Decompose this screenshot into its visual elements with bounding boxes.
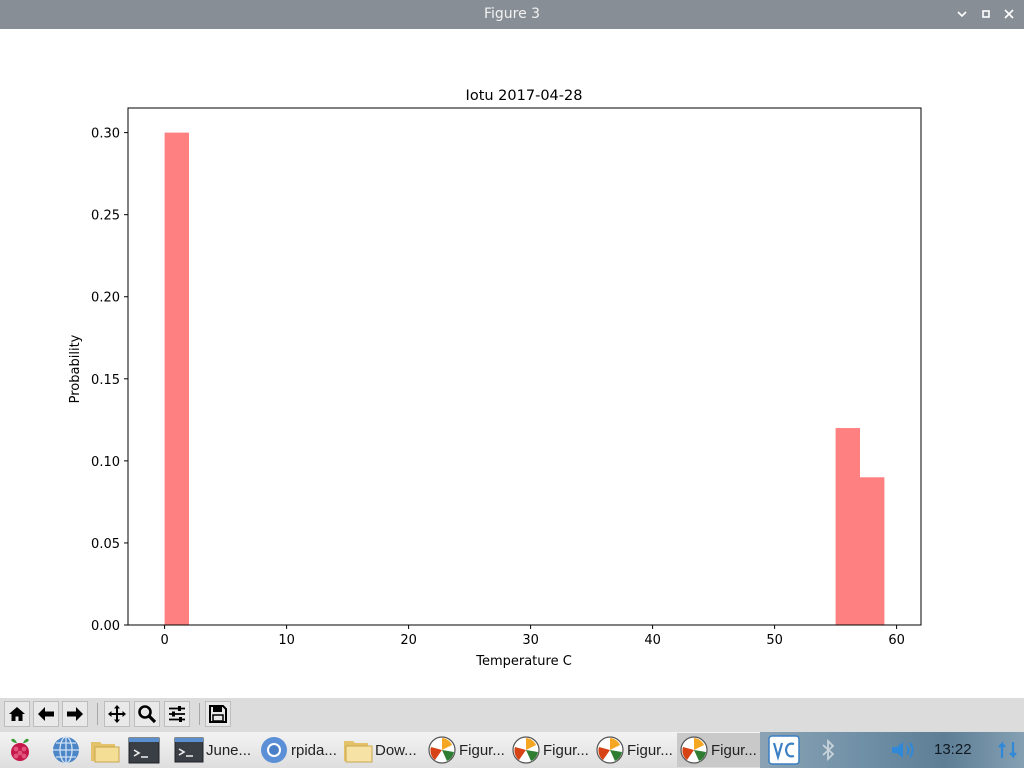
terminal-icon bbox=[174, 737, 204, 763]
x-tick-label: 60 bbox=[888, 633, 905, 648]
matplotlib-icon bbox=[428, 736, 456, 764]
taskbar-item[interactable]: Figur... bbox=[593, 733, 677, 767]
figure-canvas[interactable]: Iotu 2017-04-28 Temperature C Probabilit… bbox=[0, 29, 1024, 698]
back-button[interactable] bbox=[33, 701, 59, 727]
taskbar-item[interactable]: June... bbox=[172, 733, 256, 767]
save-button[interactable] bbox=[205, 701, 231, 727]
chromium-icon bbox=[261, 737, 287, 763]
histogram-bar-0 bbox=[164, 132, 189, 625]
bluetooth-icon[interactable] bbox=[818, 738, 838, 762]
taskbar-item-label: June... bbox=[206, 742, 252, 759]
y-tick-label: 0.00 bbox=[91, 619, 120, 634]
sliders-icon bbox=[169, 706, 185, 722]
magnifier-icon bbox=[138, 705, 157, 724]
taskbar: June... rpida... Dow... Figur... Figur..… bbox=[0, 732, 1024, 768]
volume-icon[interactable] bbox=[890, 738, 920, 762]
x-axis-label: Temperature C bbox=[475, 654, 572, 669]
chart-title: Iotu 2017-04-28 bbox=[466, 88, 583, 104]
matplotlib-icon bbox=[680, 736, 708, 764]
vnc-icon[interactable] bbox=[768, 735, 800, 765]
folder-icon bbox=[344, 741, 373, 763]
floppy-disk-icon bbox=[209, 705, 227, 723]
close-icon[interactable] bbox=[999, 4, 1019, 24]
window-titlebar[interactable]: Figure 3 bbox=[0, 0, 1024, 29]
raspberry-menu-icon[interactable] bbox=[4, 734, 36, 766]
histogram-bar-1 bbox=[835, 428, 860, 625]
system-tray bbox=[760, 732, 1024, 768]
taskbar-item-label: Dow... bbox=[375, 742, 417, 759]
taskbar-item[interactable]: Figur... bbox=[509, 733, 593, 767]
forward-button[interactable] bbox=[62, 701, 88, 727]
taskbar-item-active[interactable]: Figur... bbox=[677, 733, 761, 767]
taskbar-item[interactable]: Dow... bbox=[341, 733, 425, 767]
zoom-button[interactable] bbox=[134, 701, 160, 727]
home-icon bbox=[9, 707, 25, 721]
x-tick-label: 10 bbox=[278, 633, 295, 648]
home-button[interactable] bbox=[4, 701, 30, 727]
x-tick-label: 50 bbox=[766, 633, 783, 648]
y-tick-label: 0.20 bbox=[91, 291, 120, 306]
move-icon bbox=[108, 705, 126, 723]
matplotlib-icon bbox=[512, 736, 540, 764]
x-tick-label: 20 bbox=[400, 633, 417, 648]
x-tick-label: 0 bbox=[160, 633, 168, 648]
navigation-toolbar bbox=[0, 698, 1024, 732]
maximize-icon[interactable] bbox=[976, 4, 996, 24]
y-axis-label: Probability bbox=[68, 334, 83, 403]
axes-frame bbox=[127, 107, 922, 626]
taskbar-item-label: Figur... bbox=[543, 742, 589, 759]
y-tick-label: 0.30 bbox=[91, 127, 120, 142]
pan-button[interactable] bbox=[104, 701, 130, 727]
x-tick-label: 40 bbox=[644, 633, 661, 648]
web-browser-icon[interactable] bbox=[50, 734, 82, 766]
toolbar-separator bbox=[199, 703, 200, 725]
toolbar-separator bbox=[97, 703, 98, 725]
network-icon[interactable] bbox=[996, 738, 1020, 762]
y-tick-label: 0.15 bbox=[91, 373, 120, 388]
taskbar-item[interactable]: rpida... bbox=[257, 733, 341, 767]
file-manager-icon[interactable] bbox=[89, 734, 121, 766]
y-tick-label: 0.25 bbox=[91, 209, 120, 224]
clock[interactable]: 13:22 bbox=[934, 741, 972, 758]
taskbar-item-label: rpida... bbox=[291, 742, 337, 759]
histogram-chart: Iotu 2017-04-28 Temperature C Probabilit… bbox=[68, 88, 922, 669]
arrow-left-icon bbox=[38, 707, 54, 721]
chevron-down-icon[interactable] bbox=[952, 4, 972, 24]
terminal-icon[interactable] bbox=[128, 734, 160, 766]
taskbar-item-label: Figur... bbox=[459, 742, 505, 759]
y-tick-label: 0.05 bbox=[91, 537, 120, 552]
configure-subplots-button[interactable] bbox=[164, 701, 190, 727]
arrow-right-icon bbox=[67, 707, 83, 721]
taskbar-item[interactable]: Figur... bbox=[425, 733, 509, 767]
taskbar-item-label: Figur... bbox=[627, 742, 673, 759]
matplotlib-icon bbox=[596, 736, 624, 764]
histogram-bar-2 bbox=[860, 477, 885, 625]
x-tick-label: 30 bbox=[522, 633, 539, 648]
taskbar-item-label: Figur... bbox=[711, 742, 757, 759]
y-tick-label: 0.10 bbox=[91, 455, 120, 470]
window-title: Figure 3 bbox=[483, 6, 541, 22]
